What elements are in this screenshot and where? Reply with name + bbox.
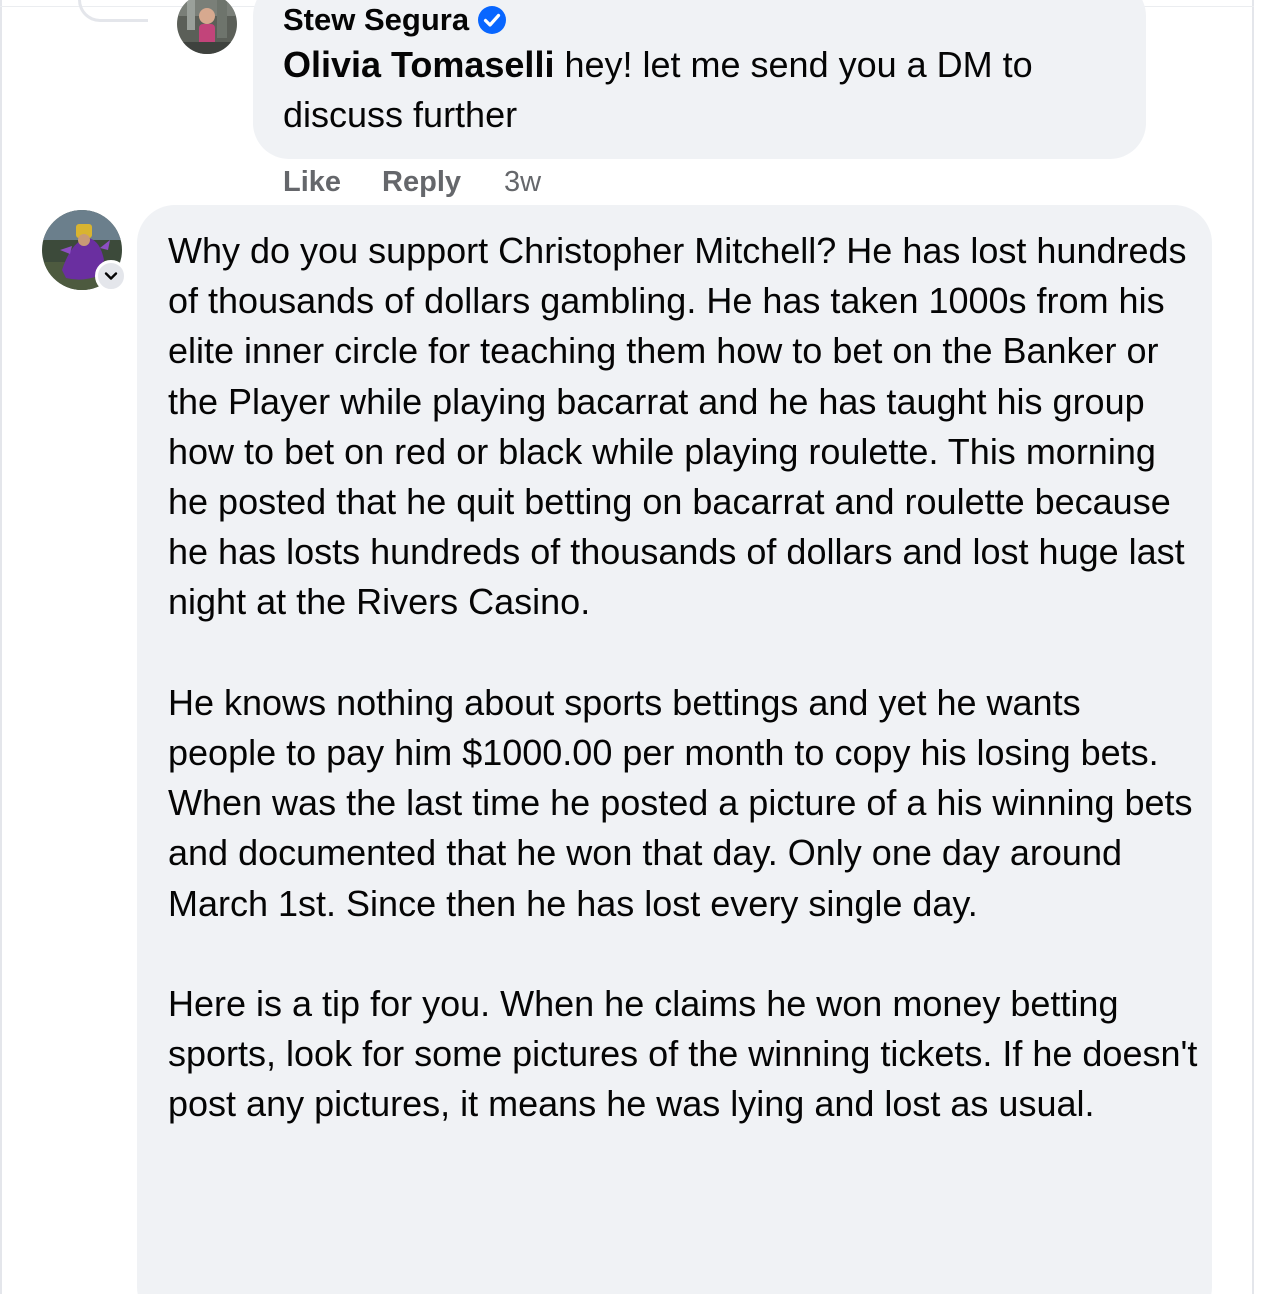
like-button[interactable]: Like	[283, 166, 341, 199]
comment-text: Why do you support Christopher Mitchell?…	[168, 226, 1198, 1130]
comment-timestamp[interactable]: 3w	[504, 166, 541, 199]
chevron-down-icon	[104, 272, 118, 280]
comments-thread: Stew Segura Olivia Tomaselli hey! let me…	[0, 0, 1270, 1294]
reply-author-row: Stew Segura	[283, 0, 507, 40]
left-border	[0, 0, 2, 1294]
mention-link[interactable]: Olivia Tomaselli	[283, 44, 554, 85]
avatar-menu-button[interactable]	[95, 260, 127, 292]
reply-comment-text: Olivia Tomaselli hey! let me send you a …	[283, 40, 1123, 140]
thread-connector	[78, 0, 148, 22]
reply-button[interactable]: Reply	[382, 166, 461, 199]
reply-author-name[interactable]: Stew Segura	[283, 2, 469, 38]
comment-paragraph: He knows nothing about sports bettings a…	[168, 681, 1193, 924]
reply-actions-bar: Like Reply 3w	[283, 160, 541, 204]
right-scroll-border	[1252, 0, 1254, 1294]
verified-badge-icon	[477, 5, 507, 35]
reply-author-avatar[interactable]	[177, 0, 237, 54]
comment-paragraph: Here is a tip for you. When he claims he…	[168, 983, 1198, 1125]
comment-paragraph: Why do you support Christopher Mitchell?…	[168, 230, 1187, 623]
